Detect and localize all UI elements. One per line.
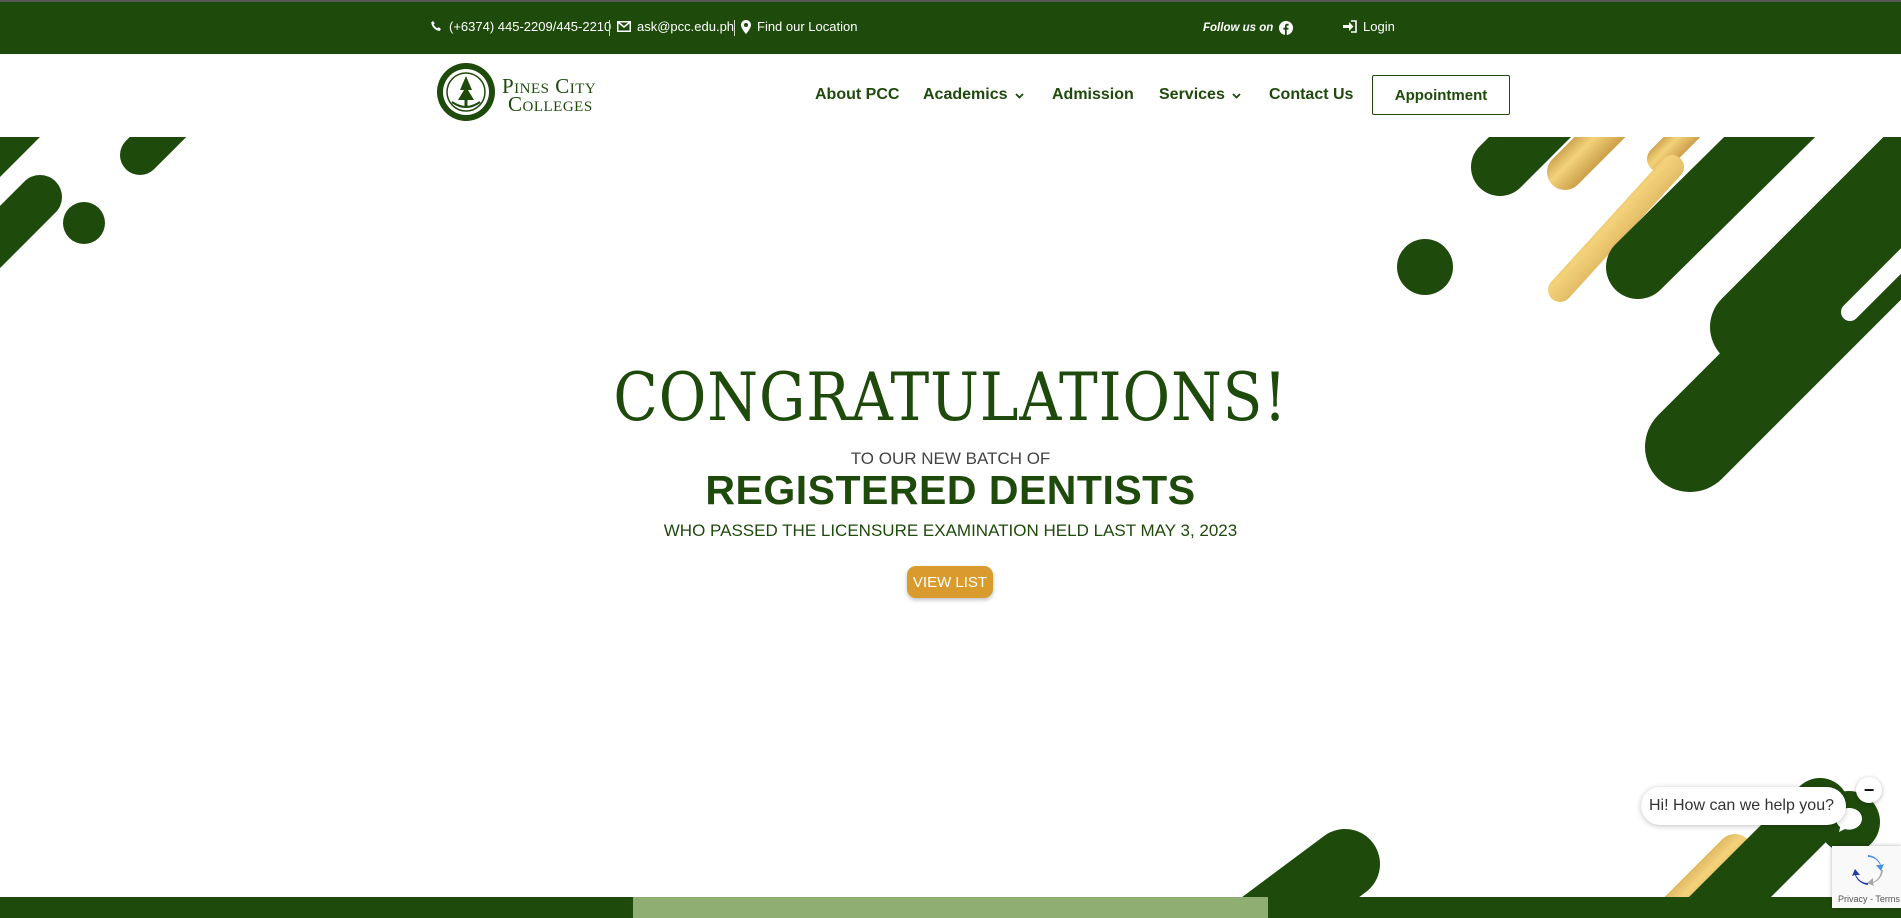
chevron-down-icon (1014, 86, 1024, 104)
appointment-button[interactable]: Appointment (1372, 75, 1510, 115)
location-label: Find our Location (757, 19, 858, 34)
location-pin-icon (741, 19, 751, 34)
phone-contact[interactable]: (+6374) 445-2209/445-2210 (430, 19, 611, 34)
logo-line-2: Colleges (508, 91, 593, 116)
email-address: ask@pcc.edu.ph (637, 19, 735, 34)
follow-label: Follow us on (1203, 22, 1274, 34)
chat-minimize-button[interactable]: − (1856, 777, 1882, 803)
recaptcha-links[interactable]: Privacy - Terms (1838, 894, 1900, 904)
strip-segment[interactable] (0, 897, 633, 918)
recaptcha-badge[interactable]: Privacy - Terms (1832, 846, 1901, 908)
site-logo[interactable]: Pines City Colleges (436, 62, 596, 127)
email-contact[interactable]: ask@pcc.edu.ph (617, 19, 734, 34)
nav-contact[interactable]: Contact Us (1269, 86, 1353, 104)
location-link[interactable]: Find our Location (741, 19, 857, 34)
chevron-down-icon (1232, 86, 1241, 104)
chat-greeting-bubble[interactable]: Hi! How can we help you? (1641, 787, 1846, 825)
divider (734, 20, 735, 36)
nav-about[interactable]: About PCC (815, 86, 899, 104)
logo-wordmark: Pines City Colleges (502, 75, 596, 116)
nav-services-label: Services (1159, 86, 1225, 103)
nav-about-label: About PCC (815, 86, 900, 103)
strip-segment[interactable] (1268, 897, 1901, 918)
envelope-icon (617, 21, 631, 32)
divider (609, 20, 610, 36)
chat-greeting-text: Hi! How can we help you? (1649, 797, 1834, 814)
follow-us: Follow us on (1203, 21, 1294, 35)
hero-banner: CONGRATULATIONS! TO OUR NEW BATCH OF REG… (0, 137, 1901, 897)
nav-admission-label: Admission (1052, 86, 1134, 103)
hero-subheading-bottom: WHO PASSED THE LICENSURE EXAMINATION HEL… (663, 521, 1238, 540)
recaptcha-icon (1852, 854, 1884, 888)
nav-services[interactable]: Services (1159, 86, 1241, 104)
hero-decorative-shapes (0, 137, 1901, 897)
main-header: Pines City Colleges About PCC Academics … (0, 54, 1901, 137)
hero-heading: REGISTERED DENTISTS (705, 467, 1196, 513)
login-icon (1343, 20, 1357, 33)
slider-progress-strip (0, 897, 1901, 918)
phone-number: (+6374) 445-2209/445-2210 (449, 19, 612, 34)
college-seal-icon (436, 62, 496, 127)
login-label: Login (1363, 19, 1395, 34)
strip-segment-active[interactable] (633, 897, 1268, 918)
phone-icon (430, 20, 443, 33)
hero-subheading-top: TO OUR NEW BATCH OF (850, 449, 1051, 468)
nav-contact-label: Contact Us (1269, 86, 1354, 103)
login-link[interactable]: Login (1343, 19, 1395, 34)
hero-title: CONGRATULATIONS! (613, 359, 1288, 436)
top-bar: (+6374) 445-2209/445-2210 ask@pcc.edu.ph… (0, 0, 1901, 54)
nav-academics-label: Academics (923, 86, 1008, 103)
nav-academics[interactable]: Academics (923, 86, 1024, 104)
nav-admission[interactable]: Admission (1052, 86, 1134, 104)
facebook-icon[interactable] (1279, 21, 1294, 35)
view-list-button[interactable]: VIEW LIST (907, 566, 993, 598)
